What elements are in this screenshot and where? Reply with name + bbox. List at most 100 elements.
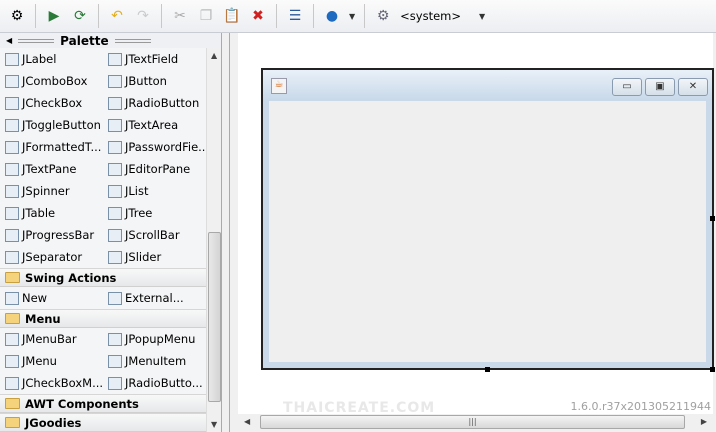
close-button[interactable]: ✕ xyxy=(678,78,708,96)
palette-item-label: JTextField xyxy=(125,52,179,66)
palette-panel: ◀ Palette JLabel JTextField JComboBox JButto… xyxy=(0,33,222,432)
palette-item[interactable]: JMenuBar xyxy=(0,332,103,346)
chevron-down-icon[interactable]: ▼ xyxy=(479,12,485,21)
scroll-right-icon[interactable]: ▶ xyxy=(701,417,707,426)
component-icon xyxy=(108,140,122,154)
inspector-icon[interactable]: ⚙ xyxy=(6,5,28,27)
component-icon xyxy=(5,52,19,66)
design-canvas[interactable]: ☕ ▭ ▣ ✕ THAICREATE.COM 1.6.0.r37x2013052… xyxy=(238,33,715,416)
palette-item[interactable]: JEditorPane xyxy=(103,162,206,176)
palette-item[interactable]: JMenu xyxy=(0,354,103,368)
scrollbar-thumb[interactable] xyxy=(208,232,221,402)
maximize-button[interactable]: ▣ xyxy=(645,78,675,96)
palette-item[interactable]: JScrollBar xyxy=(103,228,206,242)
palette-item[interactable]: JRadioButto... xyxy=(103,376,206,390)
palette-item[interactable]: JSpinner xyxy=(0,184,103,198)
palette-header[interactable]: ◀ Palette xyxy=(0,33,221,48)
palette-item[interactable]: JPopupMenu xyxy=(103,332,206,346)
minimize-button[interactable]: ▭ xyxy=(612,78,642,96)
component-icon xyxy=(5,332,19,346)
component-icon xyxy=(108,74,122,88)
palette-row: JMenu JMenuItem xyxy=(0,350,206,372)
palette-category[interactable]: Swing Actions xyxy=(0,268,206,287)
scroll-down-icon[interactable]: ▼ xyxy=(211,420,217,429)
look-and-feel-select[interactable]: <system> xyxy=(400,9,461,23)
scroll-up-icon[interactable]: ▲ xyxy=(211,51,217,60)
delete-icon[interactable]: ✖ xyxy=(247,5,269,27)
palette-row: JTextPane JEditorPane xyxy=(0,158,206,180)
palette-item[interactable]: JProgressBar xyxy=(0,228,103,242)
palette-category[interactable]: AWT Components xyxy=(0,394,206,413)
palette-item[interactable]: JFormattedT... xyxy=(0,140,103,154)
toolbar: ⚙ ▶ ⟳ ↶ ↷ ✂ ❐ 📋 ✖ ☰ ● ▼ ⚙ <system> ▼ xyxy=(0,0,716,33)
palette-item[interactable]: New xyxy=(0,291,103,305)
refresh-icon[interactable]: ⟳ xyxy=(69,5,91,27)
component-icon xyxy=(5,140,19,154)
palette-item[interactable]: JButton xyxy=(103,74,206,88)
component-icon xyxy=(5,118,19,132)
palette-item-label: JToggleButton xyxy=(22,118,101,132)
copy-icon: ❐ xyxy=(199,8,213,24)
palette-item[interactable]: JSlider xyxy=(103,250,206,264)
undo-icon[interactable]: ↶ xyxy=(106,5,128,27)
palette-item-label: JRadioButton xyxy=(125,96,200,110)
component-icon xyxy=(5,250,19,264)
palette-item[interactable]: JLabel xyxy=(0,52,103,66)
scroll-left-icon[interactable]: ◀ xyxy=(244,417,250,426)
component-icon xyxy=(108,206,122,220)
palette-item[interactable]: JRadioButton xyxy=(103,96,206,110)
palette-item[interactable]: JSeparator xyxy=(0,250,103,264)
palette-category[interactable]: Menu xyxy=(0,309,206,328)
resize-handle[interactable] xyxy=(485,367,490,372)
palette-item[interactable]: External... xyxy=(103,291,206,305)
globe-icon[interactable]: ● xyxy=(321,5,343,27)
palette-item[interactable]: JToggleButton xyxy=(0,118,103,132)
resize-handle[interactable] xyxy=(710,216,715,221)
component-icon xyxy=(5,291,19,305)
cut-icon: ✂ xyxy=(174,8,186,24)
category-label: Swing Actions xyxy=(25,270,117,285)
collapse-left-icon[interactable]: ◀ xyxy=(6,36,12,45)
frame-content-pane[interactable] xyxy=(269,101,706,362)
palette-item-label: JTextArea xyxy=(125,118,179,132)
palette-item-label: JButton xyxy=(125,74,167,88)
component-icon xyxy=(108,291,122,305)
palette-item-label: JLabel xyxy=(22,52,57,66)
palette-row: JCheckBox JRadioButton xyxy=(0,92,206,114)
palette-item[interactable]: JTextArea xyxy=(103,118,206,132)
palette-item-label: JTable xyxy=(22,206,56,220)
palette-item[interactable]: JList xyxy=(103,184,206,198)
paste-icon[interactable]: 📋 xyxy=(221,5,243,27)
palette-item[interactable]: JCheckBox xyxy=(0,96,103,110)
chevron-down-icon[interactable]: ▼ xyxy=(349,12,355,21)
palette-item-label: JFormattedT... xyxy=(22,140,102,154)
palette-item[interactable]: JTable xyxy=(0,206,103,220)
palette-item[interactable]: JTree xyxy=(103,206,206,220)
palette-item[interactable]: JTextField xyxy=(103,52,206,66)
resize-handle[interactable] xyxy=(710,367,715,372)
palette-item-label: JPopupMenu xyxy=(125,332,196,346)
horizontal-scrollbar[interactable]: ◀ ||| ▶ xyxy=(238,414,713,430)
scrollbar-thumb[interactable]: ||| xyxy=(260,415,685,429)
component-icon xyxy=(5,206,19,220)
component-icon xyxy=(5,184,19,198)
folder-icon xyxy=(5,398,20,409)
palette-item-label: JTree xyxy=(125,206,153,220)
source-icon[interactable]: ▶ xyxy=(43,5,65,27)
palette-row: JMenuBar JPopupMenu xyxy=(0,328,206,350)
palette-item[interactable]: JCheckBoxM... xyxy=(0,376,103,390)
separator xyxy=(35,4,36,28)
component-icon xyxy=(5,162,19,176)
jframe-form[interactable]: ☕ ▭ ▣ ✕ xyxy=(261,68,714,370)
separator xyxy=(161,4,162,28)
palette-item[interactable]: JTextPane xyxy=(0,162,103,176)
vertical-scrollbar[interactable]: ▲ ▼ xyxy=(206,48,221,432)
palette-item[interactable]: JPasswordFie... xyxy=(103,140,206,154)
palette-item-label: JSeparator xyxy=(22,250,83,264)
palette-item-label: JEditorPane xyxy=(125,162,191,176)
palette-item[interactable]: JMenuItem xyxy=(103,354,206,368)
palette-category[interactable]: JGoodies xyxy=(0,413,206,432)
palette-item[interactable]: JComboBox xyxy=(0,74,103,88)
folder-icon xyxy=(5,313,20,324)
align-icon[interactable]: ☰ xyxy=(284,5,306,27)
